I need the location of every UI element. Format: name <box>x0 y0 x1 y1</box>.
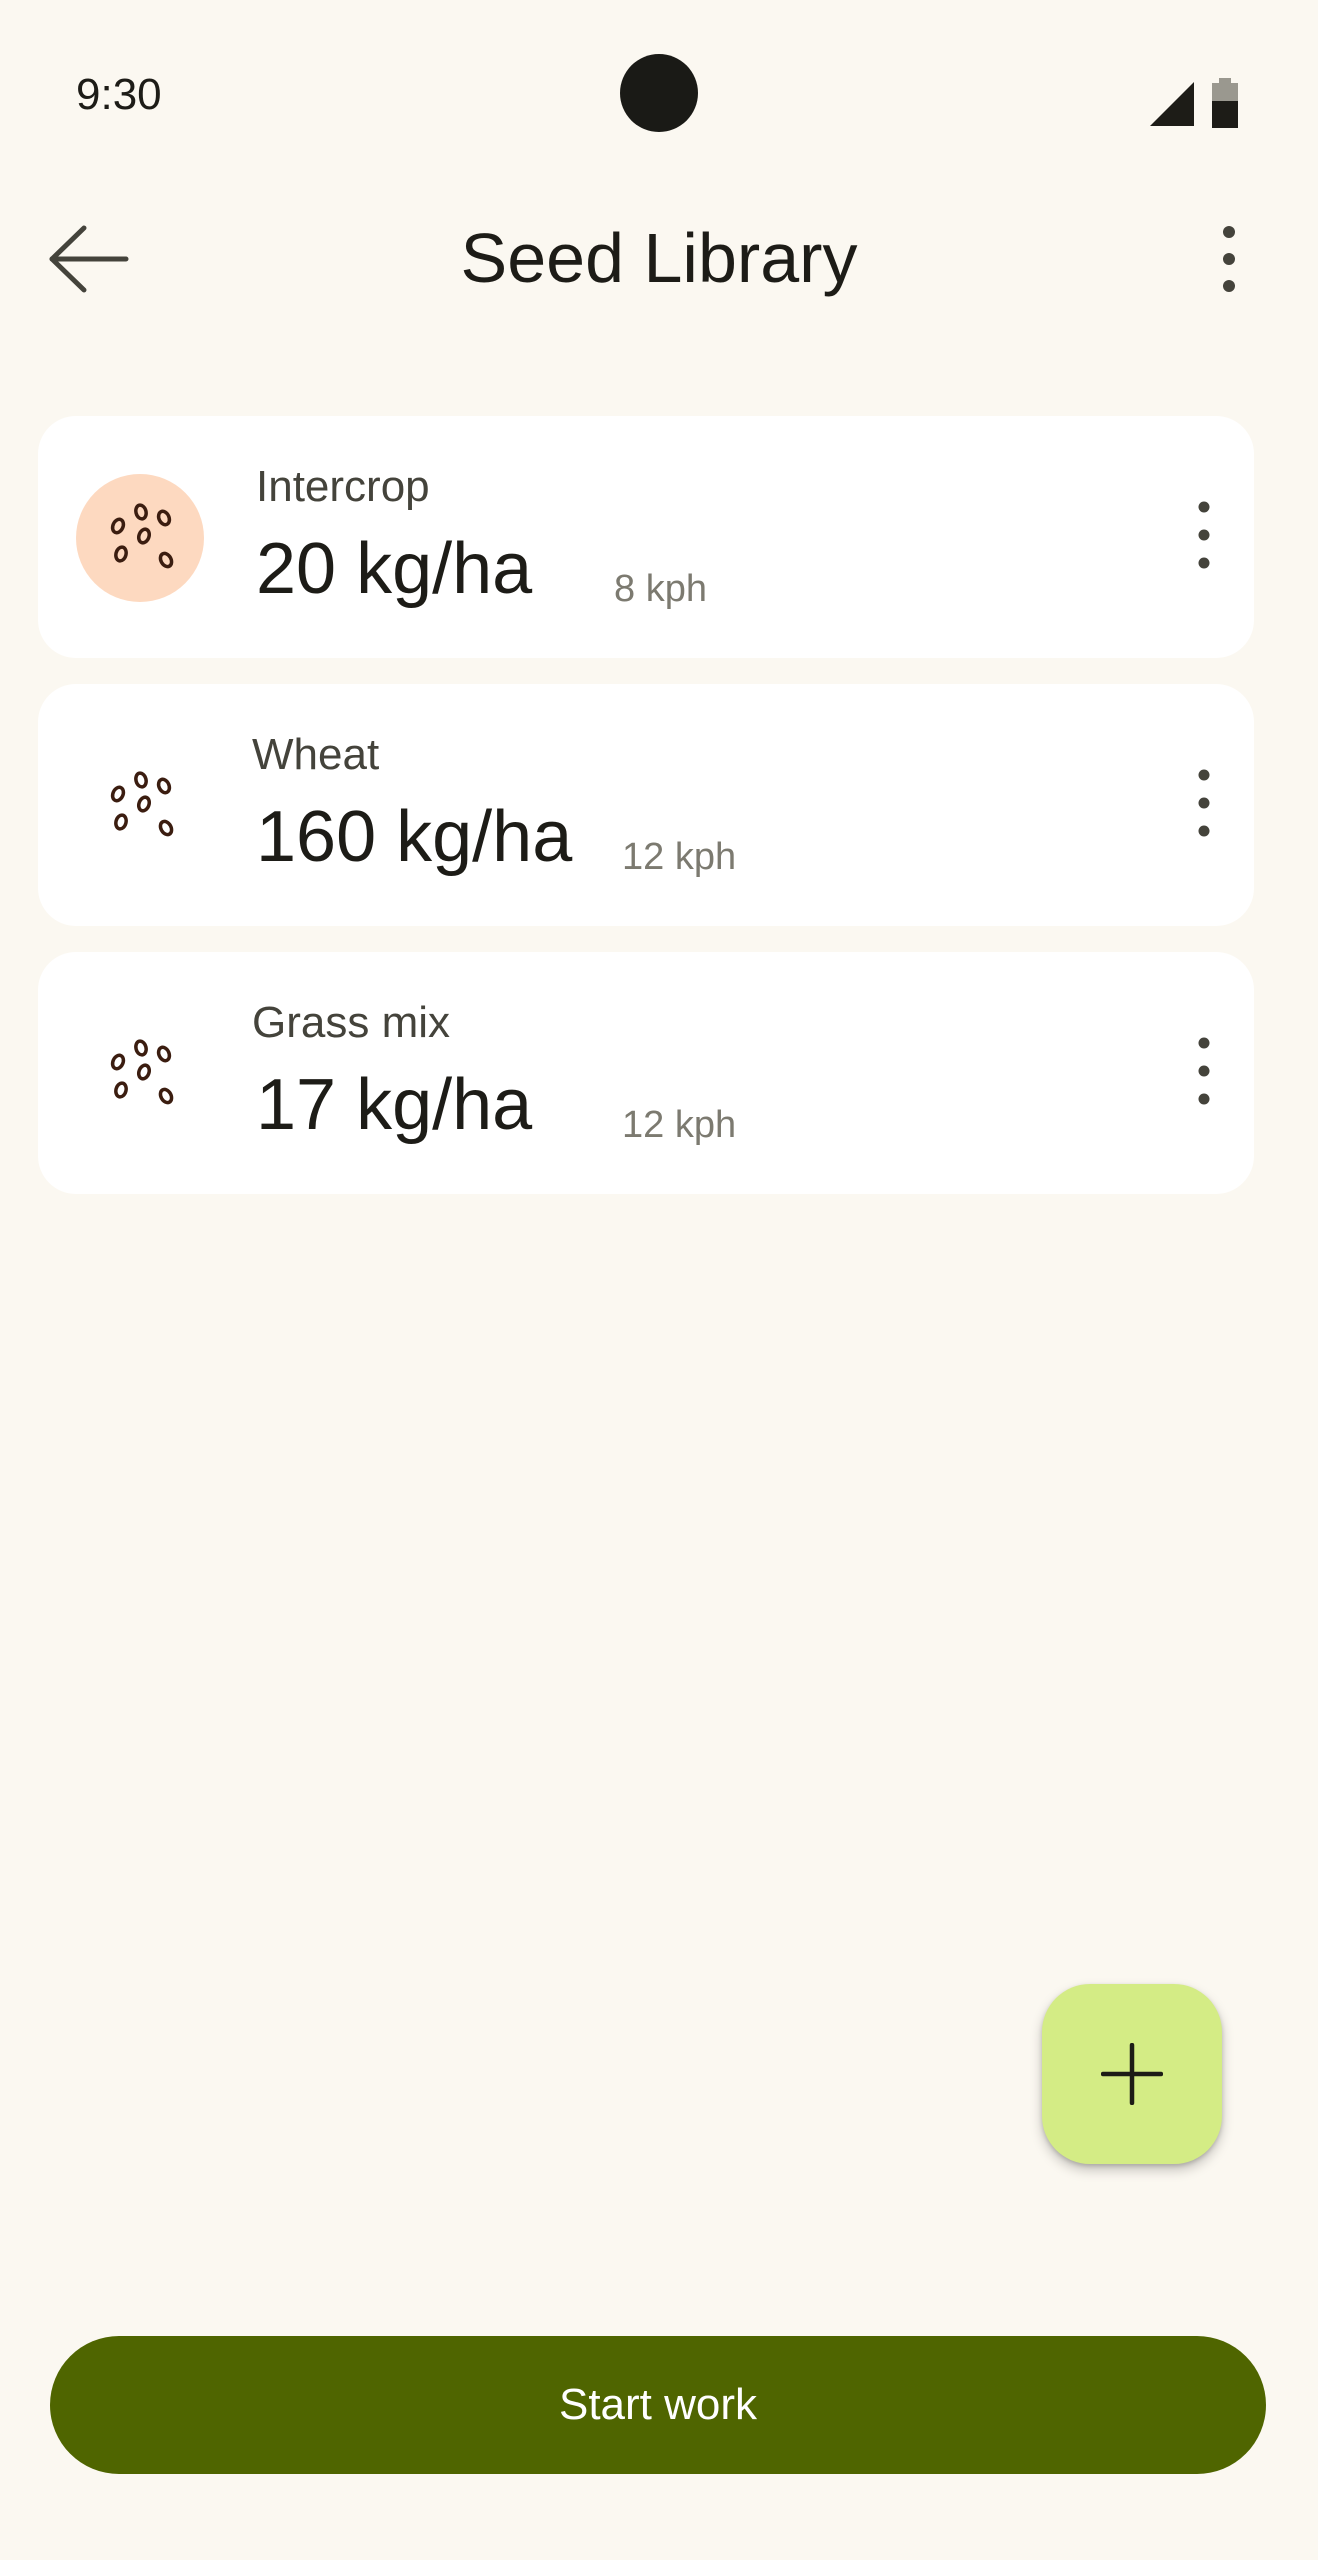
more-options-button[interactable] <box>1176 206 1282 312</box>
status-time: 9:30 <box>76 70 162 119</box>
seed-name: Wheat <box>252 730 380 779</box>
seed-card-menu-button[interactable] <box>1154 480 1254 590</box>
more-vert-icon <box>1198 769 1210 837</box>
more-vert-icon <box>1198 501 1210 569</box>
seed-list: Intercrop 20 kg/ha 8 kph Wheat 160 kg/ha… <box>38 416 1254 1220</box>
battery-icon <box>1212 78 1238 128</box>
seed-name: Intercrop <box>256 462 430 511</box>
add-icon <box>1101 2043 1163 2105</box>
top-app-bar: Seed Library <box>0 190 1318 320</box>
seed-avatar <box>76 742 204 870</box>
more-vert-icon <box>1223 226 1235 292</box>
seed-speed: 12 kph <box>622 836 737 878</box>
page-title: Seed Library <box>460 219 858 297</box>
status-bar: 9:30 <box>0 0 1318 200</box>
add-seed-fab[interactable] <box>1042 1984 1222 2164</box>
seed-card-menu-button[interactable] <box>1154 1016 1254 1126</box>
seeds-icon <box>110 771 174 837</box>
seed-speed: 12 kph <box>622 1104 737 1146</box>
seed-rate: 160 kg/ha <box>256 797 573 877</box>
signal-icon <box>1150 82 1194 126</box>
seed-card-intercrop[interactable]: Intercrop 20 kg/ha 8 kph <box>38 416 1254 658</box>
seeds-icon <box>110 503 174 569</box>
more-vert-icon <box>1198 1037 1210 1105</box>
seed-avatar <box>76 474 204 602</box>
seed-speed: 8 kph <box>614 568 707 610</box>
seed-name: Grass mix <box>252 998 450 1047</box>
camera-cutout <box>620 54 698 132</box>
seed-rate: 20 kg/ha <box>256 529 533 609</box>
seeds-icon <box>110 1039 174 1105</box>
seed-card-grass-mix[interactable]: Grass mix 17 kg/ha 12 kph <box>38 952 1254 1194</box>
seed-card-menu-button[interactable] <box>1154 748 1254 858</box>
seed-avatar <box>76 1010 204 1138</box>
seed-rate: 17 kg/ha <box>256 1065 533 1145</box>
seed-card-wheat[interactable]: Wheat 160 kg/ha 12 kph <box>38 684 1254 926</box>
start-work-button[interactable]: Start work <box>50 2336 1266 2474</box>
